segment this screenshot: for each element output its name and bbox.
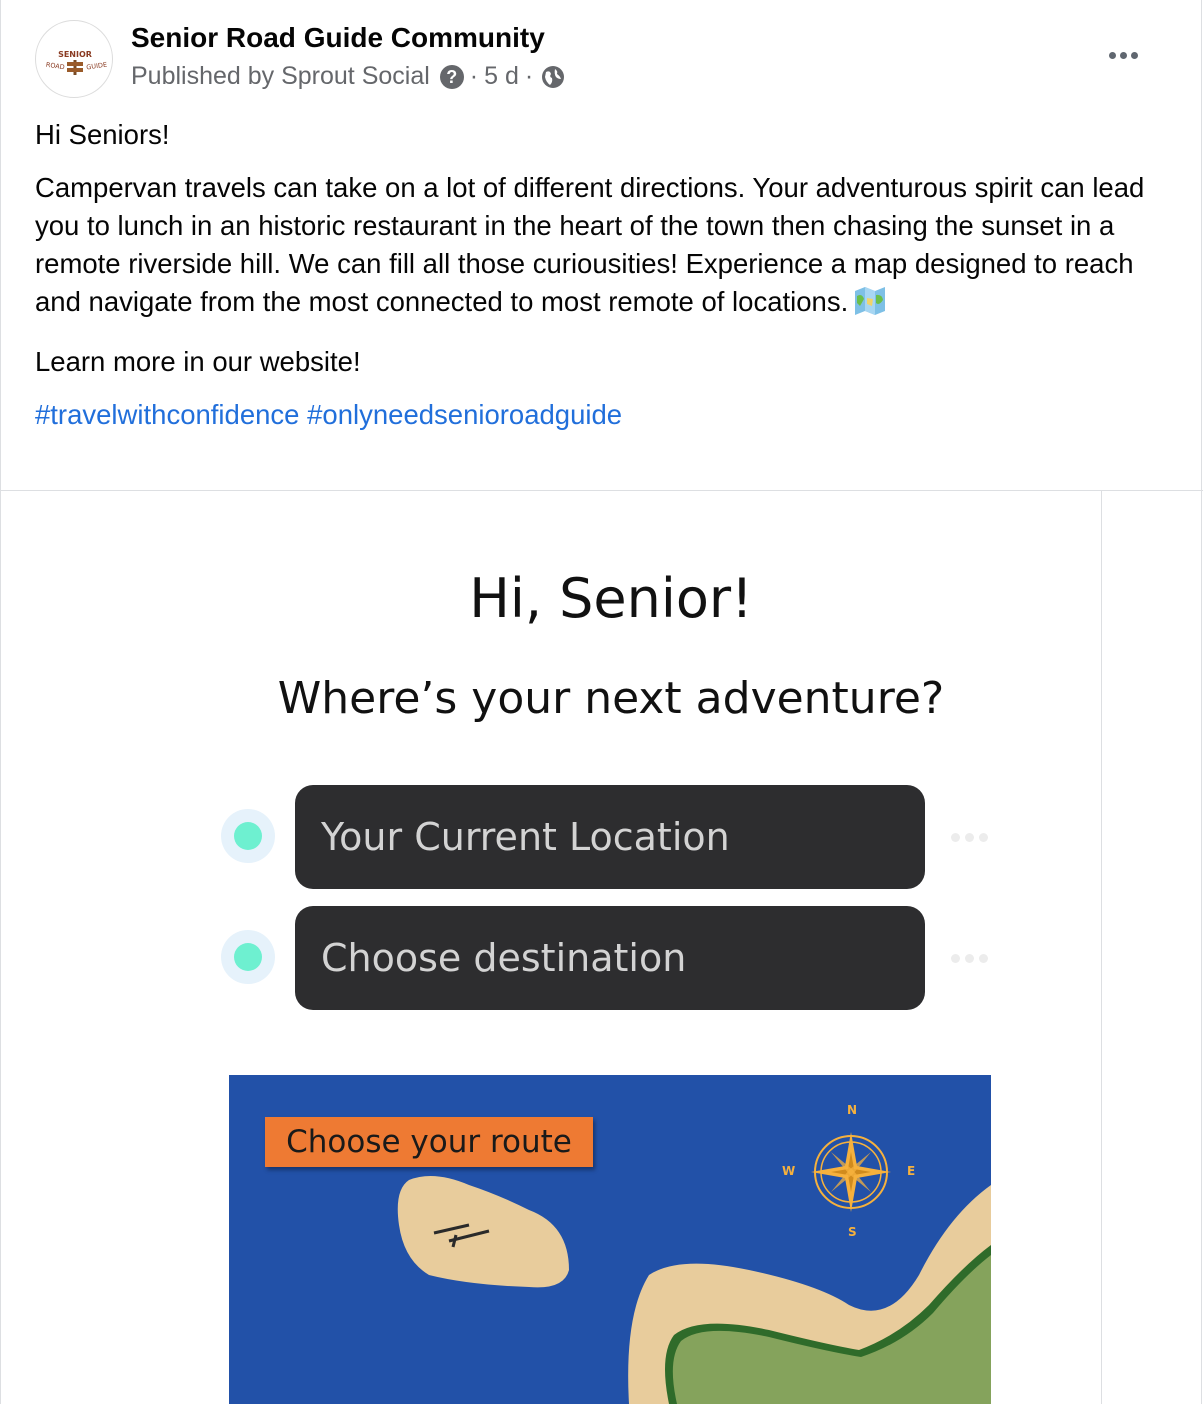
cta-text: Learn more in our website! <box>35 346 361 377</box>
separator: · <box>469 62 479 90</box>
post-text: Hi Seniors! Campervan travels can take o… <box>35 116 1175 434</box>
image-border <box>1101 491 1102 1404</box>
post-image[interactable]: Hi, Senior! Where’s your next adventure?… <box>1 491 1101 1404</box>
compass-east-label: E <box>907 1164 916 1178</box>
post-card: SENIOR ROAD GUIDE Senior Road Guide Comm… <box>0 0 1203 1404</box>
svg-text:SENIOR: SENIOR <box>58 50 92 59</box>
dot <box>1119 51 1127 59</box>
destination-field: Choose destination <box>295 906 925 1010</box>
compass-rose-icon <box>811 1132 891 1212</box>
greeting: Hi Seniors! <box>35 119 170 150</box>
post-time[interactable]: 5 d <box>484 62 519 91</box>
drag-handle-icon <box>951 954 988 963</box>
published-by[interactable]: Published by Sprout Social <box>131 62 430 91</box>
app-question: Where’s your next adventure? <box>277 673 945 724</box>
app-greeting: Hi, Senior! <box>469 567 753 630</box>
svg-text:ROAD: ROAD <box>45 61 65 72</box>
compass-north-label: N <box>847 1103 858 1117</box>
hashtag-link[interactable]: #onlyneedsenioroadguide <box>307 399 622 430</box>
more-options-button[interactable] <box>1103 40 1143 70</box>
compass-south-label: S <box>848 1225 857 1239</box>
dot <box>1130 51 1138 59</box>
globe-icon[interactable] <box>541 65 565 89</box>
separator: · <box>524 62 534 90</box>
current-location-field: Your Current Location <box>295 785 925 889</box>
dot <box>1108 51 1116 59</box>
destination-row: Choose destination <box>221 906 1001 1012</box>
senior-road-guide-logo: SENIOR ROAD GUIDE <box>45 50 108 75</box>
route-map: Choose your route N E S W <box>229 1075 991 1404</box>
post-paragraph: Campervan travels can take on a lot of d… <box>35 169 1175 326</box>
page-avatar[interactable]: SENIOR ROAD GUIDE <box>35 20 113 98</box>
post-meta: Published by Sprout Social ? · 5 d · <box>131 62 565 91</box>
help-icon[interactable]: ? <box>439 64 464 89</box>
drag-handle-icon <box>951 833 988 842</box>
post-paragraph-text: Campervan travels can take on a lot of d… <box>35 172 1145 317</box>
destination-dot-icon <box>221 930 275 984</box>
map-emoji-icon <box>854 286 886 326</box>
hashtags: #travelwithconfidence #onlyneedsenioroad… <box>35 396 1175 434</box>
choose-route-button: Choose your route <box>265 1117 593 1167</box>
hashtag-link[interactable]: #travelwithconfidence <box>35 399 299 430</box>
compass-west-label: W <box>782 1164 796 1178</box>
origin-dot-icon <box>221 809 275 863</box>
svg-text:GUIDE: GUIDE <box>86 61 108 72</box>
origin-row: Your Current Location <box>221 785 1001 891</box>
page-name[interactable]: Senior Road Guide Community <box>131 22 545 54</box>
